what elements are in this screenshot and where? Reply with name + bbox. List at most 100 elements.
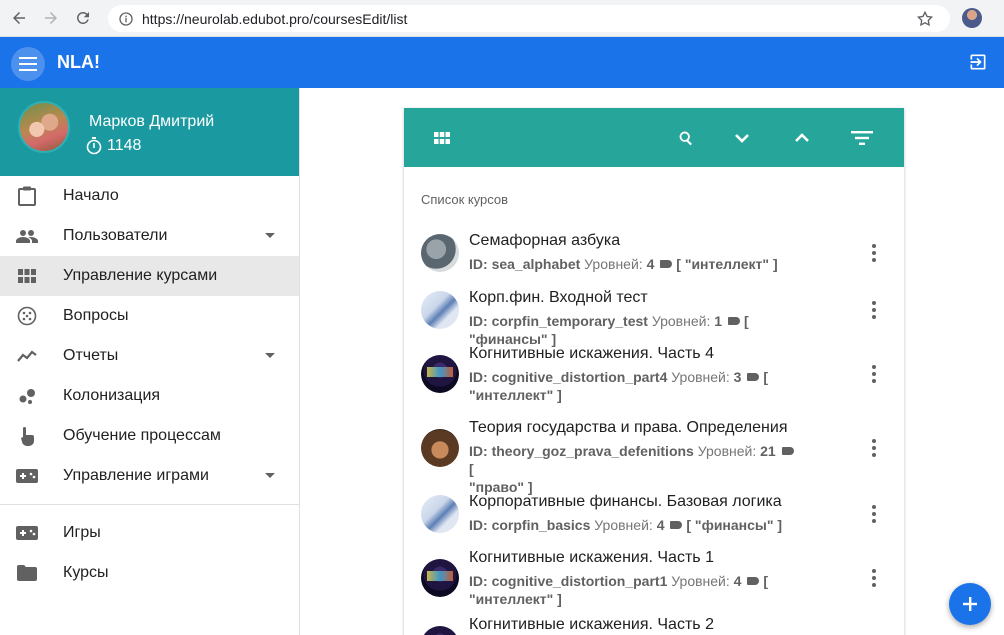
tag-icon (727, 317, 740, 325)
more-options-button[interactable] (870, 301, 878, 319)
arrow-right-icon (45, 12, 57, 24)
folder-icon (16, 563, 38, 583)
tag-icon (747, 373, 760, 381)
course-id: corpfin_basics (491, 517, 591, 533)
course-title: Когнитивные искажения. Часть 4 (469, 345, 714, 362)
course-levels: 4 (646, 256, 655, 272)
tag-icon (781, 447, 794, 455)
course-title: Корпоративные финансы. Базовая логика (469, 493, 782, 510)
sidebar-item-reports[interactable]: Отчеты (0, 336, 299, 376)
course-thumbnail (421, 559, 459, 597)
course-levels: 4 (656, 517, 665, 533)
more-options-button[interactable] (870, 244, 878, 262)
search-button[interactable] (674, 126, 698, 150)
sidebar-item-home[interactable]: Начало (0, 176, 299, 216)
star-icon[interactable] (916, 10, 934, 28)
logout-button[interactable] (968, 52, 988, 77)
clipboard-icon (16, 186, 38, 206)
course-id: corpfin_temporary_test (491, 313, 648, 329)
filter-button[interactable] (850, 126, 874, 150)
sidebar-item-game-management[interactable]: Управление играми (0, 456, 299, 496)
plus-icon (963, 597, 977, 611)
course-thumbnail (421, 626, 459, 635)
reload-button[interactable] (70, 5, 96, 31)
more-options-button[interactable] (870, 505, 878, 523)
course-thumbnail (421, 355, 459, 393)
sidebar-item-label: Вопросы (63, 307, 129, 324)
chevron-up-icon (795, 133, 809, 142)
sidebar: Марков Дмитрий 1148 Начало Пользователи … (0, 88, 300, 635)
forward-button[interactable] (38, 5, 64, 31)
sidebar-item-questions[interactable]: Вопросы (0, 296, 299, 336)
course-id: cognitive_distortion_part4 (491, 369, 668, 385)
main-content: Список курсов Семафорная азбука ID: sea_… (300, 88, 1004, 635)
more-options-button[interactable] (870, 365, 878, 383)
user-name: Марков Дмитрий (89, 113, 215, 130)
course-levels: 1 (714, 313, 723, 329)
course-title: Теория государства и права. Определения (469, 419, 788, 436)
more-options-button[interactable] (870, 439, 878, 457)
sidebar-item-course-management[interactable]: Управление курсами (0, 256, 299, 296)
arrow-left-icon (13, 12, 25, 24)
reload-icon (76, 11, 89, 24)
course-title: Корп.фин. Входной тест (469, 289, 648, 306)
sidebar-item-users[interactable]: Пользователи (0, 216, 299, 256)
sidebar-item-label: Колонизация (63, 387, 161, 404)
chevron-down-icon (735, 134, 749, 143)
user-profile: Марков Дмитрий 1148 (0, 88, 299, 176)
chevron-down-icon[interactable] (265, 473, 275, 478)
app-bar: NLA! (0, 37, 1004, 88)
course-levels: 4 (733, 573, 742, 589)
sidebar-item-label: Игры (63, 524, 101, 541)
course-meta: ID: theory_goz_prava_defenitions Уровней… (469, 442, 799, 496)
course-meta: ID: cognitive_distortion_part4 Уровней: … (469, 369, 769, 403)
people-icon (16, 226, 38, 246)
course-levels: 3 (733, 369, 742, 385)
dotted-circle-icon (16, 306, 38, 326)
info-icon (119, 11, 133, 26)
section-title: Список курсов (421, 192, 509, 207)
sidebar-item-label: Начало (63, 187, 119, 204)
logout-icon (970, 54, 986, 70)
trending-icon (16, 346, 38, 366)
course-thumbnail (421, 234, 459, 272)
avatar[interactable] (18, 101, 70, 153)
menu-button[interactable] (11, 47, 45, 81)
touch-icon (16, 426, 38, 446)
view-grid-button[interactable] (430, 126, 454, 150)
course-title: Семафорная азбука (469, 232, 621, 249)
sidebar-item-process-training[interactable]: Обучение процессам (0, 416, 299, 456)
course-tags: [ "финансы" ] (686, 517, 783, 533)
more-options-button[interactable] (870, 569, 878, 587)
tag-icon (670, 521, 683, 529)
sidebar-item-label: Обучение процессам (63, 427, 221, 444)
sidebar-item-colonization[interactable]: Колонизация (0, 376, 299, 416)
course-thumbnail (421, 429, 459, 467)
chevron-down-icon[interactable] (265, 353, 275, 358)
grid-icon (434, 132, 450, 144)
app-title: NLA! (57, 52, 100, 72)
course-id: cognitive_distortion_part1 (491, 573, 668, 589)
course-meta: ID: cognitive_distortion_part1 Уровней: … (469, 573, 769, 607)
hamburger-icon (19, 57, 37, 71)
chevron-down-icon[interactable] (265, 233, 275, 238)
filter-icon (851, 131, 873, 145)
add-course-button[interactable] (949, 583, 991, 625)
back-button[interactable] (6, 5, 32, 31)
sidebar-item-games[interactable]: Игры (0, 513, 299, 553)
course-meta: ID: corpfin_temporary_test Уровней: 1 [ … (469, 313, 749, 347)
sidebar-item-courses[interactable]: Курсы (0, 553, 299, 593)
card-toolbar (404, 108, 904, 167)
search-icon (679, 131, 692, 145)
sidebar-item-label: Управление играми (63, 467, 209, 484)
collapse-all-button[interactable] (790, 126, 814, 150)
course-tags: [ "интеллект" ] (676, 256, 778, 272)
sidebar-item-label: Курсы (63, 564, 109, 581)
expand-all-button[interactable] (730, 126, 754, 150)
grid-icon (16, 266, 38, 286)
address-bar[interactable]: https://neurolab.edubot.pro/coursesEdit/… (108, 5, 950, 32)
courses-card: Список курсов Семафорная азбука ID: sea_… (404, 108, 904, 635)
browser-profile-avatar[interactable] (962, 8, 982, 28)
course-tags: "интеллект" ] (469, 387, 562, 403)
gamepad-icon (16, 523, 38, 543)
